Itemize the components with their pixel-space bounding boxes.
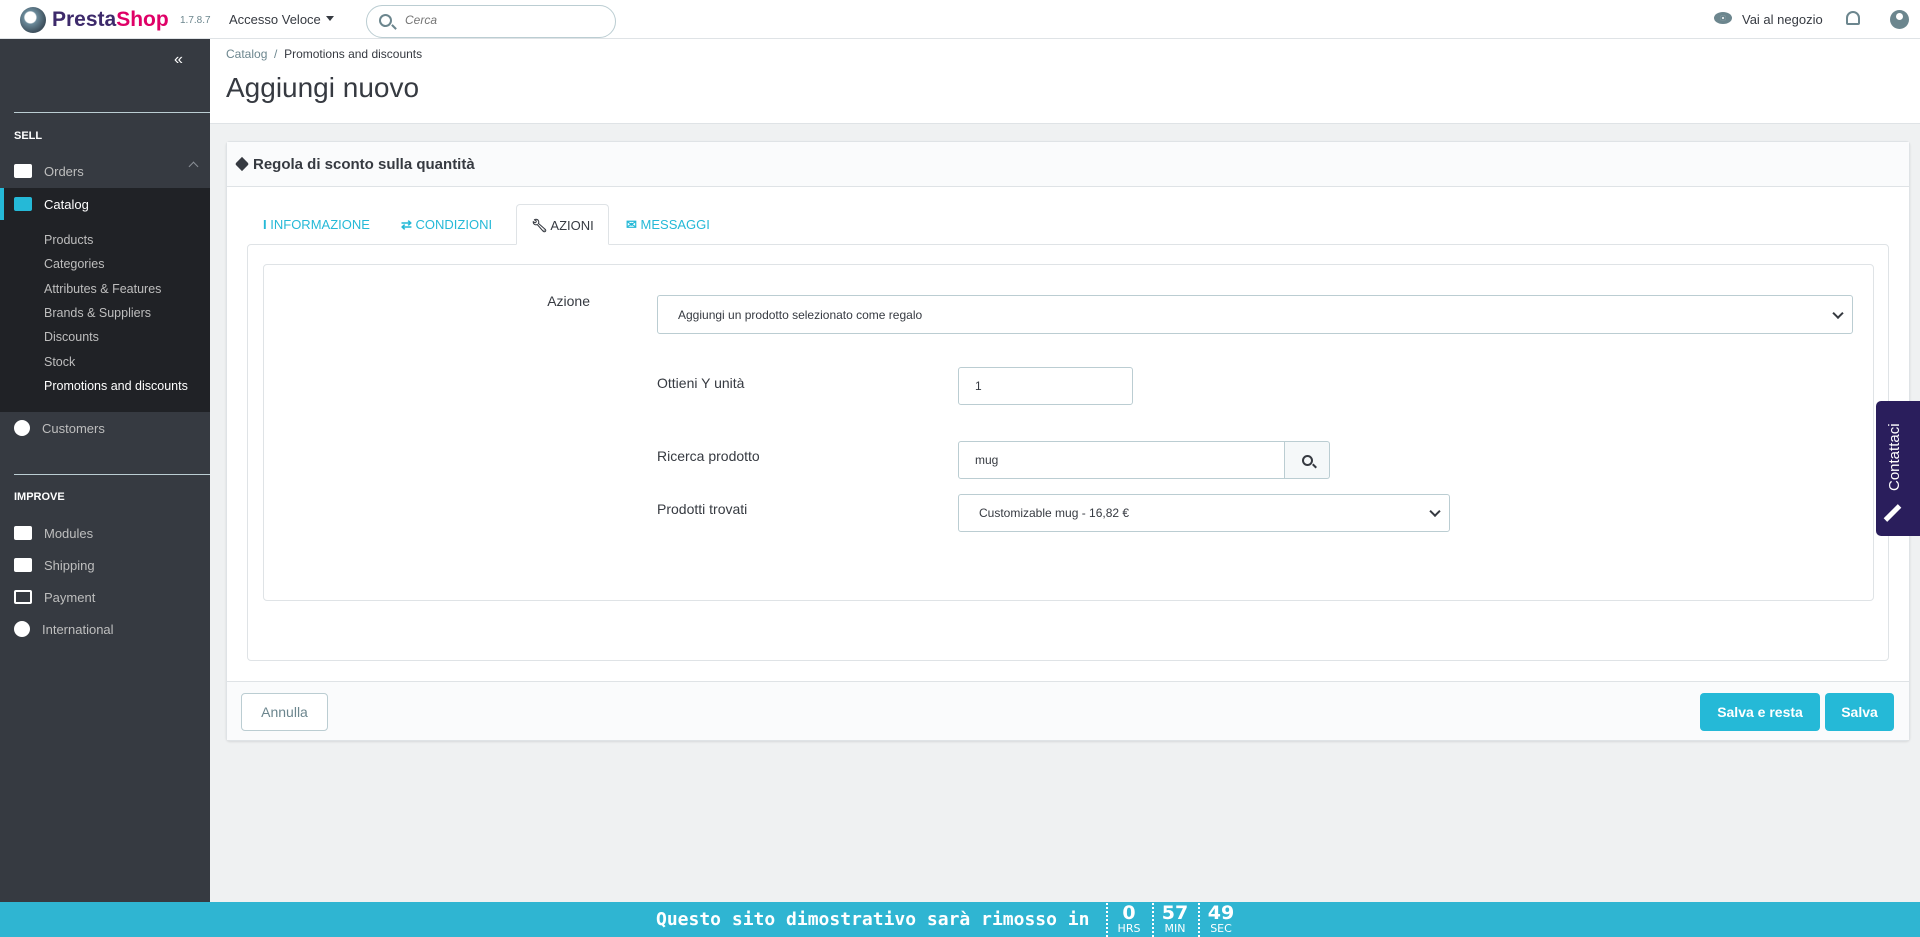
sidebar-subitem-products[interactable]: Products [44, 233, 93, 247]
section-improve: IMPROVE [14, 491, 65, 503]
section-sell: SELL [14, 130, 43, 142]
action-label: Azione [547, 293, 590, 309]
shuffle-icon: ⇄ [401, 217, 412, 232]
tab-content: Azione Aggiungi un prodotto selezionato … [247, 244, 1889, 661]
bell-icon[interactable] [1846, 11, 1860, 25]
envelope-icon: ✉ [626, 217, 637, 232]
quantity-input[interactable]: 1 [958, 367, 1133, 405]
puzzle-icon [14, 526, 32, 540]
breadcrumb-catalog[interactable]: Catalog [226, 47, 267, 61]
credit-card-icon [14, 590, 32, 604]
actions-form: Azione Aggiungi un prodotto selezionato … [263, 264, 1874, 601]
sidebar-subitem-categories[interactable]: Categories [44, 257, 104, 271]
tag-icon [234, 156, 250, 172]
divider [14, 474, 210, 475]
page-header: Catalog / Promotions and discounts Aggiu… [210, 39, 1920, 124]
contact-tab[interactable]: Contattaci [1876, 401, 1920, 536]
countdown-seconds: 49 SEC [1198, 903, 1242, 937]
found-products-label: Prodotti trovati [657, 501, 748, 517]
sidebar-item-international[interactable]: International [0, 615, 210, 643]
tab-informazione[interactable]: i Informazione [249, 204, 384, 245]
sidebar-subitem-promotions[interactable]: Promotions and discounts [44, 379, 188, 393]
globe-icon [14, 621, 30, 637]
search-box [366, 5, 616, 38]
prestashop-logo[interactable]: PrestaShop [20, 7, 169, 33]
panel-footer: Annulla Salva e resta Salva [227, 681, 1909, 740]
banner-message: Questo sito dimostrativo sarà rimosso in [656, 909, 1090, 930]
customer-icon [14, 420, 30, 436]
demo-countdown-banner: Questo sito dimostrativo sarà rimosso in… [0, 902, 1920, 937]
divider [14, 112, 210, 113]
product-search-label: Ricerca prodotto [657, 448, 760, 464]
sidebar-subitem-discounts[interactable]: Discounts [44, 330, 99, 344]
sidebar: « SELL Orders Catalog Products Categorie… [0, 39, 210, 902]
cart-rule-panel: Regola di sconto sulla quantità i Inform… [226, 141, 1910, 741]
tab-azioni[interactable]: 🔧︎ Azioni [516, 204, 609, 245]
collapse-sidebar-icon[interactable]: « [174, 51, 183, 69]
tab-condizioni[interactable]: ⇄ Condizioni [387, 204, 506, 245]
panel-heading: Regola di sconto sulla quantità [227, 142, 1909, 187]
save-button[interactable]: Salva [1825, 693, 1894, 731]
store-icon [14, 197, 32, 211]
product-search-input[interactable]: mug [958, 441, 1285, 479]
quantity-label: Ottieni Y unità [657, 375, 745, 391]
sidebar-item-payment[interactable]: Payment [0, 583, 210, 611]
sidebar-item-catalog[interactable]: Catalog [0, 190, 210, 218]
countdown-minutes: 57 MIN [1152, 903, 1196, 937]
search-input[interactable] [405, 13, 595, 27]
info-icon: i [263, 217, 267, 232]
breadcrumb: Catalog / Promotions and discounts [226, 47, 423, 61]
basket-icon [14, 164, 32, 178]
product-search-button[interactable] [1285, 441, 1330, 479]
search-icon [1301, 454, 1313, 466]
wrench-icon: 🔧︎ [531, 218, 548, 233]
sidebar-item-orders[interactable]: Orders [0, 157, 210, 185]
sidebar-item-customers[interactable]: Customers [0, 414, 210, 442]
truck-icon [14, 558, 32, 572]
eye-icon[interactable] [1714, 12, 1732, 24]
tab-messaggi[interactable]: ✉ Messaggi [612, 204, 724, 245]
view-shop-link[interactable]: Vai al negozio [1742, 12, 1823, 27]
search-icon [379, 14, 392, 27]
user-account-icon[interactable] [1890, 10, 1909, 29]
found-products-select[interactable]: Customizable mug - 16,82 € [958, 494, 1450, 532]
version: 1.7.8.7 [180, 15, 211, 26]
quick-access-dropdown[interactable]: Accesso Veloce [229, 12, 334, 27]
sidebar-subitem-brands[interactable]: Brands & Suppliers [44, 306, 151, 320]
sidebar-subitem-stock[interactable]: Stock [44, 355, 75, 369]
sidebar-subitem-attributes[interactable]: Attributes & Features [44, 282, 161, 296]
save-and-stay-button[interactable]: Salva e resta [1700, 693, 1820, 731]
top-header: PrestaShop 1.7.8.7 Accesso Veloce Vai al… [0, 0, 1920, 39]
puffin-icon [20, 7, 46, 33]
countdown-hours: 0 HRS [1106, 903, 1150, 937]
page-title: Aggiungi nuovo [226, 72, 420, 103]
sidebar-item-shipping[interactable]: Shipping [0, 551, 210, 579]
action-select[interactable]: Aggiungi un prodotto selezionato come re… [657, 295, 1853, 334]
breadcrumb-current: Promotions and discounts [284, 47, 423, 61]
cancel-button[interactable]: Annulla [241, 693, 328, 731]
sidebar-item-modules[interactable]: Modules [0, 519, 210, 547]
